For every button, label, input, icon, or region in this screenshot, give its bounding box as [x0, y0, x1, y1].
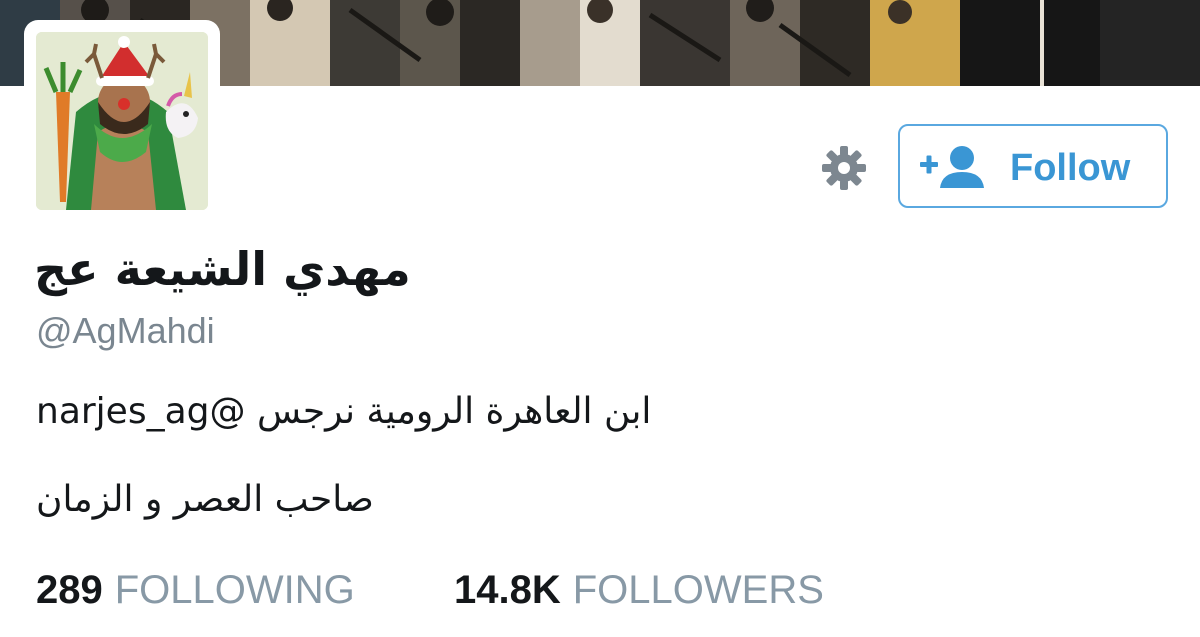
avatar[interactable] [24, 20, 220, 216]
following-count: 289 [36, 568, 103, 612]
user-handle[interactable]: @AgMahdi [36, 308, 215, 354]
gear-icon [822, 146, 866, 190]
display-name: مهدي الشيعة عج [34, 242, 411, 296]
follow-button[interactable]: Follow [898, 124, 1168, 208]
followers-count: 14.8K [454, 568, 561, 612]
following-label: FOLLOWING [114, 568, 355, 612]
followers-label: FOLLOWERS [572, 568, 824, 612]
bio-line: صاحب العصر و الزمان [36, 479, 374, 520]
follow-label: Follow [1010, 147, 1131, 189]
settings-button[interactable] [818, 144, 870, 192]
followers-stat[interactable]: 14.8K FOLLOWERS [454, 566, 824, 614]
avatar-image [36, 32, 208, 210]
add-user-icon [920, 146, 984, 188]
bio-line: ابن العاهرة الرومية نرجس @narjes_ag [36, 391, 652, 432]
following-stat[interactable]: 289 FOLLOWING [36, 566, 355, 614]
